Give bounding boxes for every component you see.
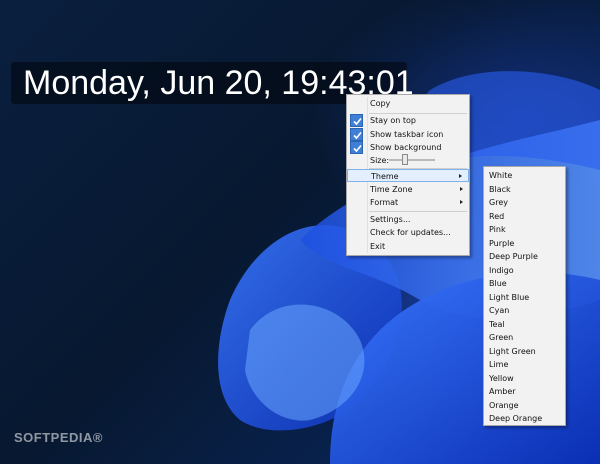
theme-item-white[interactable]: White (484, 169, 565, 183)
submenu-arrow-icon (459, 174, 462, 178)
menu-item-show-taskbar-icon[interactable]: Show taskbar icon (347, 128, 469, 141)
softpedia-watermark: SOFTPEDIA® (14, 430, 103, 445)
theme-item-red[interactable]: Red (484, 210, 565, 224)
menu-item-label: Exit (370, 242, 386, 251)
size-slider-thumb[interactable] (402, 154, 408, 165)
theme-item-purple[interactable]: Purple (484, 237, 565, 251)
menu-item-show-background[interactable]: Show background (347, 141, 469, 154)
theme-item-green[interactable]: Green (484, 331, 565, 345)
theme-item-lime[interactable]: Lime (484, 358, 565, 372)
menu-item-check-updates[interactable]: Check for updates... (347, 226, 469, 239)
theme-item-label: Yellow (489, 373, 514, 383)
menu-item-label: Time Zone (370, 185, 413, 194)
menu-item-label: Settings... (370, 215, 411, 224)
theme-item-label: Purple (489, 238, 515, 248)
theme-item-deep-purple[interactable]: Deep Purple (484, 250, 565, 264)
checkmark-icon (350, 128, 363, 141)
menu-item-label: Stay on top (370, 116, 417, 125)
theme-item-amber[interactable]: Amber (484, 385, 565, 399)
menu-item-label: Show background (370, 143, 442, 152)
theme-item-label: Teal (489, 319, 505, 329)
theme-item-label: Cyan (489, 306, 510, 315)
theme-item-label: Blue (489, 279, 507, 288)
theme-submenu: White Black Grey Red Pink Purple Deep Pu… (483, 166, 566, 426)
theme-item-label: Orange (489, 400, 519, 410)
menu-item-label: Check for updates... (370, 228, 451, 237)
theme-item-blue[interactable]: Blue (484, 277, 565, 291)
theme-item-label: White (489, 171, 513, 180)
theme-item-label: Light Green (489, 346, 536, 356)
menu-item-exit[interactable]: Exit (347, 240, 469, 253)
menu-item-copy[interactable]: Copy (347, 97, 469, 110)
menu-item-time-zone[interactable]: Time Zone (347, 183, 469, 196)
theme-item-label: Amber (489, 387, 516, 396)
menu-item-label: Copy (370, 99, 391, 108)
theme-item-label: Light Blue (489, 292, 530, 302)
menu-item-label: Theme (371, 172, 399, 181)
theme-item-label: Green (489, 333, 514, 342)
menu-item-settings[interactable]: Settings... (347, 213, 469, 226)
checkmark-icon (350, 141, 363, 154)
submenu-arrow-icon (460, 200, 463, 204)
theme-item-label: Black (489, 184, 511, 194)
theme-item-label: Grey (489, 198, 508, 207)
checkmark-icon (350, 114, 363, 127)
theme-item-teal[interactable]: Teal (484, 318, 565, 332)
menu-item-size: Size: (347, 154, 469, 167)
theme-item-grey[interactable]: Grey (484, 196, 565, 210)
menu-item-stay-on-top[interactable]: Stay on top (347, 114, 469, 127)
size-label: Size: (370, 156, 390, 165)
menu-item-label: Show taskbar icon (370, 130, 444, 139)
theme-item-orange[interactable]: Orange (484, 399, 565, 413)
theme-item-yellow[interactable]: Yellow (484, 372, 565, 386)
theme-item-label: Red (489, 211, 505, 221)
theme-item-indigo[interactable]: Indigo (484, 264, 565, 278)
theme-item-black[interactable]: Black (484, 183, 565, 197)
theme-item-label: Deep Orange (489, 414, 543, 423)
theme-item-label: Indigo (489, 265, 514, 275)
menu-item-label: Format (370, 198, 399, 207)
size-slider-track[interactable] (389, 159, 435, 161)
menu-separator (369, 211, 467, 212)
submenu-arrow-icon (460, 187, 463, 191)
theme-item-label: Deep Purple (489, 252, 538, 261)
context-menu: Copy Stay on top Show taskbar icon Show … (346, 94, 470, 256)
theme-item-light-blue[interactable]: Light Blue (484, 291, 565, 305)
theme-item-deep-orange[interactable]: Deep Orange (484, 412, 565, 426)
menu-item-theme[interactable]: Theme (347, 169, 469, 182)
theme-item-pink[interactable]: Pink (484, 223, 565, 237)
menu-item-format[interactable]: Format (347, 196, 469, 209)
theme-item-cyan[interactable]: Cyan (484, 304, 565, 318)
theme-item-light-green[interactable]: Light Green (484, 345, 565, 359)
theme-item-label: Pink (489, 225, 506, 234)
theme-item-label: Lime (489, 360, 509, 369)
